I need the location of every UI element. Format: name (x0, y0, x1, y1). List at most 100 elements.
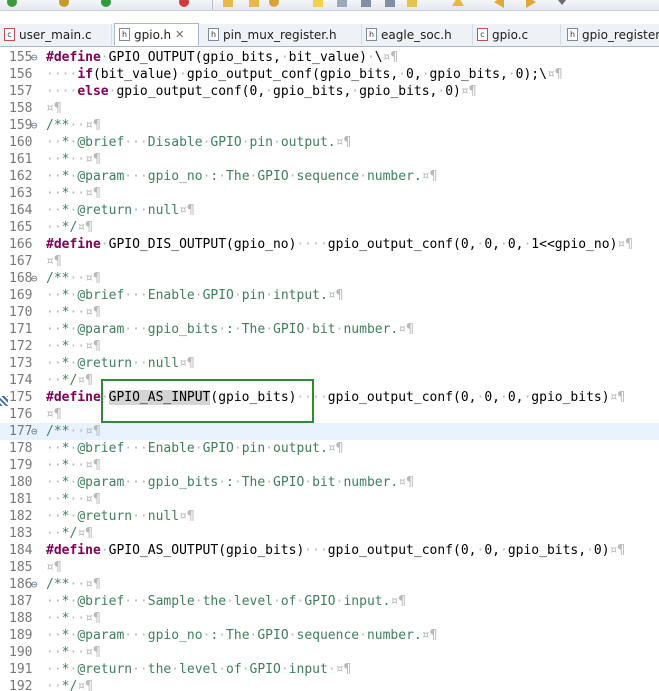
code-line[interactable]: 181 ··*··¤¶ (0, 491, 659, 508)
open-folder-icon[interactable] (222, 0, 234, 8)
code-line[interactable]: 155 ⊖ #define·GPIO_OUTPUT(gpio_bits,·bit_v… (0, 49, 659, 66)
code-line[interactable]: 179 ··*··¤¶ (0, 457, 659, 474)
code-line[interactable]: 175 #define·GPIO_AS_INPUT(gpio_bits)····g… (0, 389, 659, 406)
c-file-icon: c (4, 28, 15, 41)
line-number: 162 (9, 169, 33, 184)
tab-gpio-c[interactable]: c gpio.c (473, 24, 561, 45)
forward-icon[interactable] (524, 0, 536, 8)
toggle-icon[interactable] (384, 0, 396, 8)
close-icon[interactable]: ✕ (175, 28, 184, 41)
code-editor[interactable]: 155 ⊖ #define·GPIO_OUTPUT(gpio_bits,·bit_v… (0, 47, 659, 691)
mark-occurrences-icon[interactable] (312, 0, 324, 8)
code-line[interactable]: 171 ··*·@param···gpio_bits·:·The·GPIO·bit… (0, 321, 659, 338)
refresh-icon[interactable] (6, 0, 18, 8)
code-line[interactable]: 178 ··*·@brief···Enable·GPIO·pin·output.¤… (0, 440, 659, 457)
code-line[interactable]: 192 ··*/¤¶ (0, 678, 659, 691)
line-number: 169 (9, 288, 33, 303)
tab-user-main-c[interactable]: c user_main.c (0, 24, 112, 45)
code-line[interactable]: 166 #define·GPIO_DIS_OUTPUT(gpio_no)····g… (0, 236, 659, 253)
line-number: 161 (9, 152, 33, 167)
line-number: 171 (9, 322, 33, 337)
code-line[interactable]: 164 ··*·@return··null¤¶ (0, 202, 659, 219)
code-line[interactable]: 163 ··*··¤¶ (0, 185, 659, 202)
code-text: #define·GPIO_OUTPUT(gpio_bits,·bit_value… (46, 50, 399, 65)
h-file-icon: h (366, 28, 377, 41)
code-line[interactable]: 156 ····if(bit_value)·gpio_output_conf(gp… (0, 66, 659, 83)
code-text: ··*·@param···gpio_bits·:·The·GPIO·bit·nu… (46, 475, 414, 490)
code-line[interactable]: 188 ··*··¤¶ (0, 610, 659, 627)
code-text: ··*·@return··the·level·of·GPIO·input·¤¶ (46, 662, 352, 677)
tab-label: pin_mux_register.h (223, 27, 337, 42)
code-text: ··*/¤¶ (46, 373, 93, 388)
line-number: 160 (9, 135, 33, 150)
tab-label: gpio.c (492, 27, 529, 42)
code-text: ··*·@brief···Enable·GPIO·pin·output.¤¶ (46, 441, 344, 456)
code-text: ··*··¤¶ (46, 492, 101, 507)
code-line[interactable]: 187 ··*·@brief···Sample·the·level·of·GPIO… (0, 593, 659, 610)
code-line[interactable]: 190 ··*··¤¶ (0, 644, 659, 661)
build-icon[interactable] (58, 0, 70, 8)
code-line[interactable]: 180 ··*·@param···gpio_bits·:·The·GPIO·bit… (0, 474, 659, 491)
fold-toggle-icon[interactable]: ⊖ (31, 270, 43, 287)
fold-toggle-icon[interactable]: ⊖ (31, 576, 43, 593)
code-line[interactable]: 172 ··*··¤¶ (0, 338, 659, 355)
editor-tab-bar: c user_main.c h gpio.h ✕ h pin_mux_regis… (0, 23, 659, 47)
debug-icon[interactable] (178, 0, 190, 8)
code-line[interactable]: 157 ····else·gpio_output_conf(0,·gpio_bit… (0, 83, 659, 100)
tab-gpio-h[interactable]: h gpio.h ✕ (114, 23, 199, 46)
open-type-icon[interactable] (248, 0, 260, 8)
code-line[interactable]: 162 ··*·@param···gpio_no·:·The·GPIO·seque… (0, 168, 659, 185)
code-text: ··*··¤¶ (46, 305, 101, 320)
code-line[interactable]: 169 ··*·@brief···Enable·GPIO·pin·intput.¤… (0, 287, 659, 304)
code-line[interactable]: 159 ⊖/**··¤¶ (0, 117, 659, 134)
code-text: ··*··¤¶ (46, 458, 101, 473)
code-line[interactable]: 182 ··*·@return··null¤¶ (0, 508, 659, 525)
code-line[interactable]: 177 ⊖/**··¤¶ (0, 423, 659, 440)
c-file-icon: c (477, 28, 488, 41)
code-line[interactable]: 176 ¤¶ (0, 406, 659, 423)
search-icon[interactable] (268, 0, 280, 8)
code-line[interactable]: 183 ··*/¤¶ (0, 525, 659, 542)
fold-toggle-icon[interactable]: ⊖ (31, 117, 43, 134)
code-text: /**··¤¶ (46, 577, 101, 592)
code-text: ··*··¤¶ (46, 645, 101, 660)
filter-icon[interactable] (406, 0, 418, 8)
code-line[interactable]: 189 ··*·@param···gpio_no·:·The·GPIO·seque… (0, 627, 659, 644)
block-selection-icon[interactable] (336, 0, 348, 8)
code-text: ··*·@return··null¤¶ (46, 203, 195, 218)
tab-label: eagle_soc.h (381, 27, 452, 42)
tab-pin-mux-register-h[interactable]: h pin_mux_register.h (204, 24, 362, 45)
dropdown-icon[interactable] (556, 0, 568, 8)
line-number: 192 (9, 679, 33, 691)
tab-eagle-soc-h[interactable]: h eagle_soc.h (362, 24, 473, 45)
code-text: ··*·@return··null¤¶ (46, 356, 195, 371)
fold-toggle-icon[interactable]: ⊖ (31, 49, 43, 66)
code-line[interactable]: 158 ¤¶ (0, 100, 659, 117)
back-icon[interactable] (494, 0, 506, 8)
code-text: ··*·@param···gpio_no·:·The·GPIO·sequence… (46, 169, 438, 184)
code-line[interactable]: 165 ··*/¤¶ (0, 219, 659, 236)
show-whitespace-icon[interactable] (360, 0, 372, 8)
line-number: 174 (9, 373, 33, 388)
fold-toggle-icon[interactable]: ⊖ (31, 423, 43, 440)
code-line[interactable]: 184 #define·GPIO_AS_OUTPUT(gpio_bits)···g… (0, 542, 659, 559)
tab-gpio-register[interactable]: h gpio_register (563, 24, 659, 45)
line-number: 180 (9, 475, 33, 490)
code-text: ··*/¤¶ (46, 220, 93, 235)
code-line[interactable]: 160 ··*·@brief···Disable·GPIO·pin·output.… (0, 134, 659, 151)
code-line[interactable]: 185 ¤¶ (0, 559, 659, 576)
next-annotation-icon[interactable] (452, 0, 464, 8)
code-line[interactable]: 186 ⊖/**··¤¶ (0, 576, 659, 593)
code-line[interactable]: 168 ⊖/**··¤¶ (0, 270, 659, 287)
code-line[interactable]: 161 ··*··¤¶ (0, 151, 659, 168)
code-text: ··*··¤¶ (46, 152, 101, 167)
code-line[interactable]: 191 ··*·@return··the·level·of·GPIO·input·… (0, 661, 659, 678)
line-number: 185 (9, 560, 33, 575)
run-icon[interactable] (100, 0, 112, 8)
code-line[interactable]: 167 ¤¶ (0, 253, 659, 270)
code-line[interactable]: 170 ··*··¤¶ (0, 304, 659, 321)
code-line[interactable]: 174 ··*/¤¶ (0, 372, 659, 389)
line-number: 184 (9, 543, 33, 558)
code-text: ··*·@brief···Sample·the·level·of·GPIO·in… (46, 594, 407, 609)
code-line[interactable]: 173 ··*·@return··null¤¶ (0, 355, 659, 372)
